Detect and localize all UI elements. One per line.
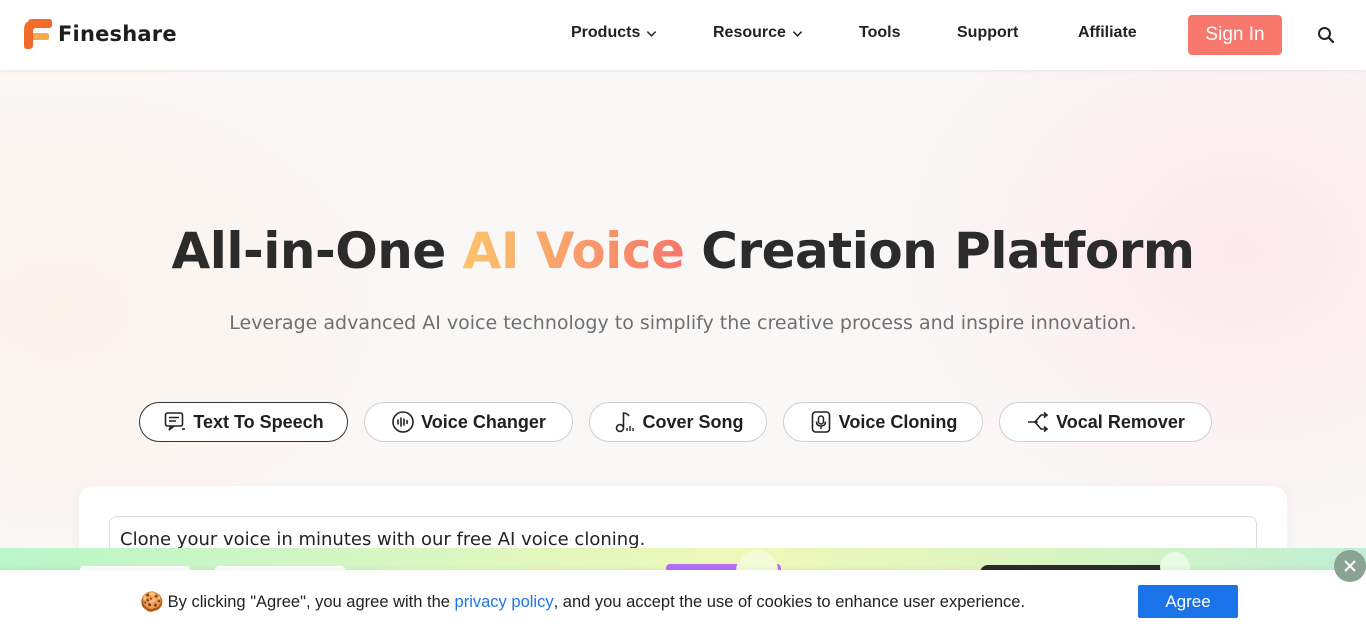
tab-vocal-remover-label: Vocal Remover xyxy=(1056,411,1185,432)
tab-voice-cloning-label: Voice Cloning xyxy=(838,411,958,432)
feature-tabs: Text To Speech Voice Changer Cover Song … xyxy=(0,402,1366,442)
text-input-value[interactable]: Clone your voice in minutes with our fre… xyxy=(120,529,645,550)
cookie-text-after: , and you accept the use of cookies to e… xyxy=(553,592,1026,611)
nav-support-label: Support xyxy=(957,24,1019,41)
nav-products-label: Products xyxy=(571,24,641,41)
brand-name: Fineshare xyxy=(58,22,177,46)
privacy-policy-link[interactable]: privacy policy xyxy=(455,593,554,612)
hero-title-part2: Creation Platform xyxy=(684,222,1195,280)
nav-resource-label: Resource xyxy=(713,24,786,41)
hero-title-accent: AI Voice xyxy=(462,222,685,280)
split-arrow-icon xyxy=(1028,411,1049,433)
tab-text-to-speech[interactable]: Text To Speech xyxy=(139,402,348,442)
text-to-speech-icon xyxy=(165,412,186,431)
microphone-icon xyxy=(811,411,830,433)
promo-close-button[interactable] xyxy=(1334,550,1366,582)
tab-voice-changer-label: Voice Changer xyxy=(421,411,546,432)
search-icon xyxy=(1318,27,1335,44)
tab-cover-song-label: Cover Song xyxy=(642,411,744,432)
tab-voice-changer[interactable]: Voice Changer xyxy=(364,402,573,442)
tab-voice-cloning[interactable]: Voice Cloning xyxy=(783,402,983,442)
sign-in-button[interactable]: Sign In xyxy=(1188,15,1282,55)
nav-affiliate[interactable]: Affiliate xyxy=(1078,24,1137,42)
cookie-text-before: By clicking "Agree", you agree with the xyxy=(167,592,450,611)
nav-resource[interactable]: Resource xyxy=(713,24,803,42)
hero-title-part1: All-in-One xyxy=(171,222,463,280)
site-header: Fineshare Products Resource Tools Suppor… xyxy=(0,0,1366,70)
cookie-message: 🍪 By clicking "Agree", you agree with th… xyxy=(140,590,1025,614)
close-icon xyxy=(1344,560,1356,572)
brand-logo[interactable]: Fineshare xyxy=(24,19,177,49)
nav-products[interactable]: Products xyxy=(571,24,657,42)
cookie-icon: 🍪 xyxy=(140,592,164,613)
agree-button[interactable]: Agree xyxy=(1138,585,1238,618)
hero-title: All-in-One AI Voice Creation Platform xyxy=(0,222,1366,280)
chevron-down-icon xyxy=(647,30,657,37)
nav-tools[interactable]: Tools xyxy=(859,24,900,42)
search-button[interactable] xyxy=(1317,26,1335,48)
tab-text-to-speech-label: Text To Speech xyxy=(193,411,324,432)
hero-subtitle: Leverage advanced AI voice technology to… xyxy=(229,312,1137,334)
tab-vocal-remover[interactable]: Vocal Remover xyxy=(999,402,1212,442)
nav-tools-label: Tools xyxy=(859,24,901,41)
nav-affiliate-label: Affiliate xyxy=(1078,24,1137,41)
chevron-down-icon xyxy=(792,30,803,37)
music-note-icon xyxy=(616,412,635,433)
nav-support[interactable]: Support xyxy=(957,24,1018,42)
fineshare-logo-icon xyxy=(24,19,52,49)
voice-changer-icon xyxy=(392,411,414,433)
tab-cover-song[interactable]: Cover Song xyxy=(589,402,767,442)
